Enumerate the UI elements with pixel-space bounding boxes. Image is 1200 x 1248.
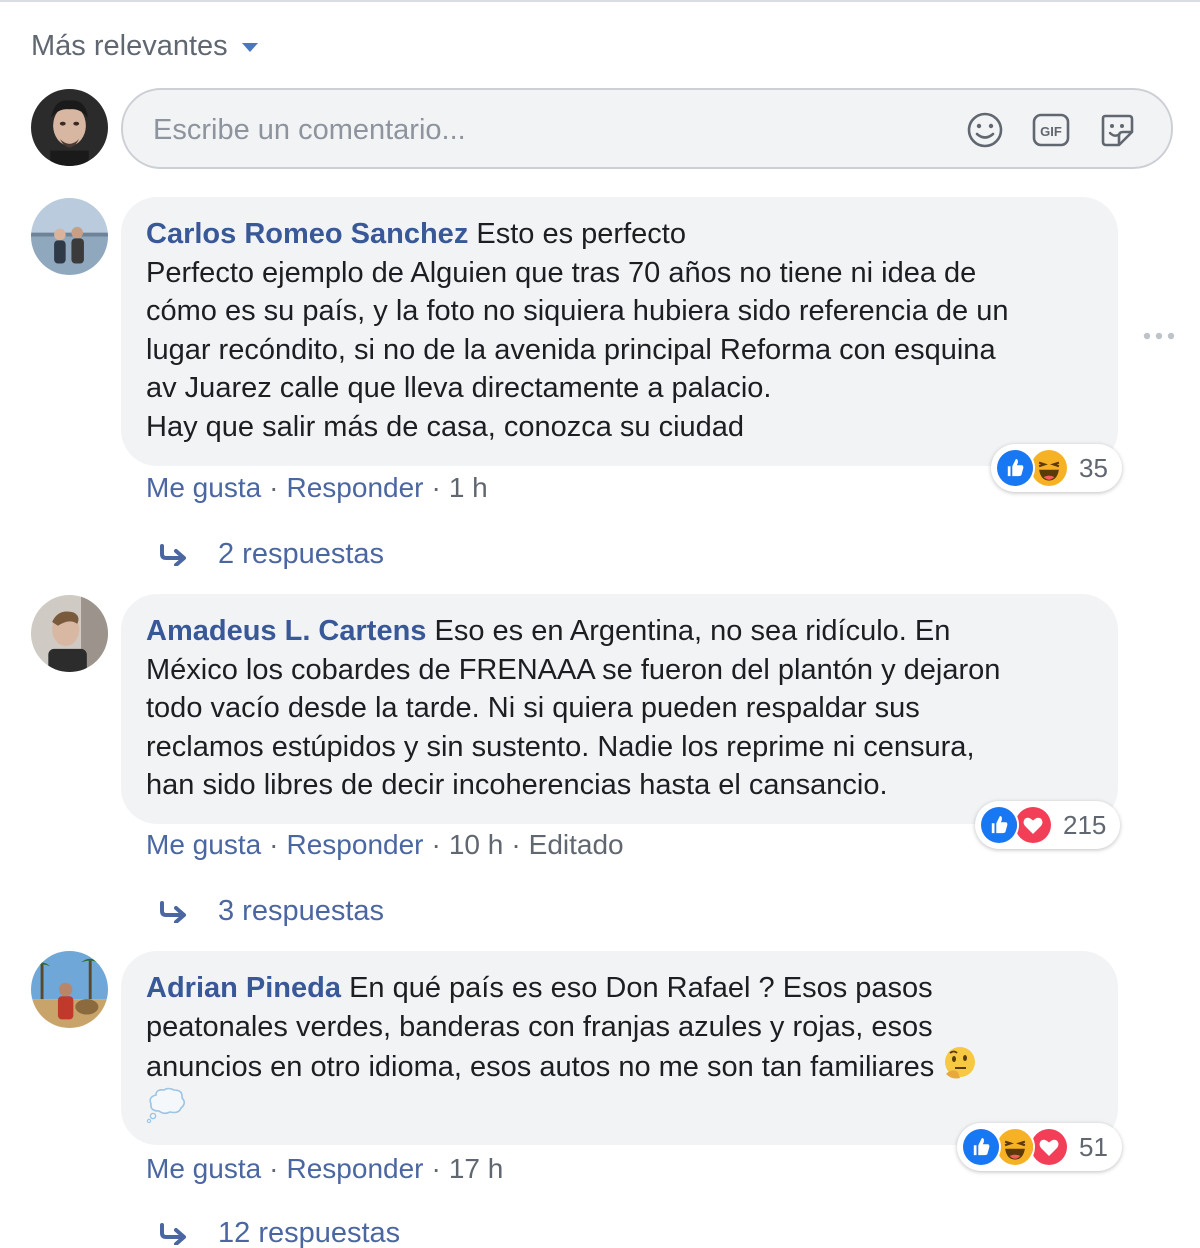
comment-text: av Juarez calle que lleva directamente a… xyxy=(146,372,772,404)
emoji-icon[interactable] xyxy=(965,110,1005,150)
haha-reaction-icon xyxy=(1029,448,1069,488)
comment-actions: Me gusta · Responder · 1 h xyxy=(146,472,488,504)
current-user-avatar[interactable] xyxy=(31,89,108,166)
separator-dot: · xyxy=(431,1153,441,1184)
comment-text: reclamos estúpidos y sin sustento. Nadie… xyxy=(146,730,975,763)
comment-author[interactable]: Amadeus L. Cartens xyxy=(146,615,426,647)
comment-author[interactable]: Adrian Pineda xyxy=(146,972,341,1004)
separator-dot: · xyxy=(269,829,279,860)
comment-actions: Me gusta · Responder · 17 h xyxy=(146,1153,503,1185)
reaction-count: 215 xyxy=(1063,809,1107,840)
separator-dot: · xyxy=(269,1153,279,1184)
reply-link[interactable]: Responder xyxy=(287,829,424,861)
reactions-summary[interactable]: 35 xyxy=(991,444,1122,492)
gif-icon[interactable]: GIF xyxy=(1031,110,1071,150)
comment-text: peatonales verdes, banderas con franjas … xyxy=(146,1010,933,1043)
more-options-icon[interactable] xyxy=(1142,330,1176,342)
like-reaction-icon xyxy=(961,1127,1001,1167)
like-link[interactable]: Me gusta xyxy=(146,472,261,504)
like-link[interactable]: Me gusta xyxy=(146,1153,261,1185)
comment-author[interactable]: Carlos Romeo Sanchez xyxy=(146,218,468,250)
separator-dot: · xyxy=(431,829,441,860)
view-replies-link[interactable]: 12 respuestas xyxy=(158,1217,400,1248)
comment-timestamp[interactable]: 17 h xyxy=(449,1153,504,1185)
reactions-summary[interactable]: 215 xyxy=(975,801,1121,849)
commenter-avatar[interactable] xyxy=(31,595,108,672)
top-divider xyxy=(0,0,1200,7)
haha-reaction-icon xyxy=(995,1127,1035,1167)
replies-count-label: 2 respuestas xyxy=(218,538,385,570)
replies-count-label: 3 respuestas xyxy=(218,895,385,927)
separator-dot: · xyxy=(431,472,441,503)
view-replies-link[interactable]: 3 respuestas xyxy=(158,895,384,928)
comment-text: México los cobardes de FRENAAA se fueron… xyxy=(146,653,1001,686)
reactions-summary[interactable]: 51 xyxy=(957,1123,1122,1171)
comment-line xyxy=(146,1087,1092,1126)
commenter-avatar[interactable] xyxy=(31,198,108,275)
comment-bubble: Adrian Pineda En qué país es eso Don Raf… xyxy=(121,951,1118,1145)
reply-link[interactable]: Responder xyxy=(287,1153,424,1185)
reply-arrow-icon xyxy=(160,543,186,566)
caret-down-icon xyxy=(241,43,258,52)
separator-dot: · xyxy=(269,472,279,503)
like-reaction-icon xyxy=(995,448,1035,488)
comment-text: han sido libres de decir incoherencias h… xyxy=(146,769,888,801)
view-replies-link[interactable]: 2 respuestas xyxy=(158,538,384,571)
comment-text: cómo es su país, y la foto no siquiera h… xyxy=(146,295,1009,327)
comment-line: anuncios en otro idioma, esos autos no m… xyxy=(146,1046,1092,1087)
comment-bubble: Amadeus L. Cartens Eso es en Argentina, … xyxy=(121,594,1118,824)
comment-composer[interactable]: GIF xyxy=(121,88,1173,169)
reply-arrow-icon xyxy=(160,1222,186,1245)
comment-text: Esto es perfecto xyxy=(476,218,686,250)
sort-label: Más relevantes xyxy=(31,30,228,62)
comment-timestamp[interactable]: 10 h xyxy=(449,829,504,861)
comment-bubble: Carlos Romeo Sanchez Esto es perfecto Pe… xyxy=(121,197,1118,466)
comment-timestamp[interactable]: 1 h xyxy=(449,472,488,504)
comment-line: Amadeus L. Cartens Eso es en Argentina, … xyxy=(146,612,1092,651)
comment-line: Adrian Pineda En qué país es eso Don Raf… xyxy=(146,969,1092,1008)
reply-link[interactable]: Responder xyxy=(287,472,424,504)
like-reaction-icon xyxy=(979,805,1019,845)
comment-actions: Me gusta · Responder · 10 h · Editado xyxy=(146,829,624,861)
comment-text: lugar recóndito, si no de la avenida pri… xyxy=(146,333,996,366)
like-link[interactable]: Me gusta xyxy=(146,829,261,861)
comment-text: Hay que salir más de casa, conozca su ci… xyxy=(146,410,745,443)
sort-dropdown[interactable]: Más relevantes xyxy=(31,30,258,63)
edited-label[interactable]: Editado xyxy=(529,829,624,861)
comment-line: Carlos Romeo Sanchez Esto es perfecto xyxy=(146,215,1092,254)
comment-text: anuncios en otro idioma, esos autos no m… xyxy=(146,1051,935,1083)
sticker-icon[interactable] xyxy=(1097,110,1137,150)
commenter-avatar[interactable] xyxy=(31,951,108,1028)
reply-arrow-icon xyxy=(160,900,186,923)
love-reaction-icon xyxy=(1029,1127,1069,1167)
thinking-face-emoji xyxy=(945,1047,976,1079)
thought-balloon-emoji xyxy=(146,1087,186,1123)
reaction-count: 51 xyxy=(1079,1131,1108,1162)
comment-input[interactable] xyxy=(153,108,933,152)
separator-dot: · xyxy=(511,829,521,860)
comment-text: Perfecto ejemplo de Alguien que tras 70 … xyxy=(146,256,977,289)
replies-count-label: 12 respuestas xyxy=(218,1217,401,1248)
reaction-count: 35 xyxy=(1079,452,1108,483)
comment-text: todo vacío desde la tarde. Ni si quiera … xyxy=(146,692,920,724)
comment-text: Eso es en Argentina, no sea ridículo. En xyxy=(434,615,951,647)
comment-text: En qué país es eso Don Rafael ? Esos pas… xyxy=(349,972,933,1004)
love-reaction-icon xyxy=(1013,805,1053,845)
svg-text:GIF: GIF xyxy=(1040,124,1062,139)
